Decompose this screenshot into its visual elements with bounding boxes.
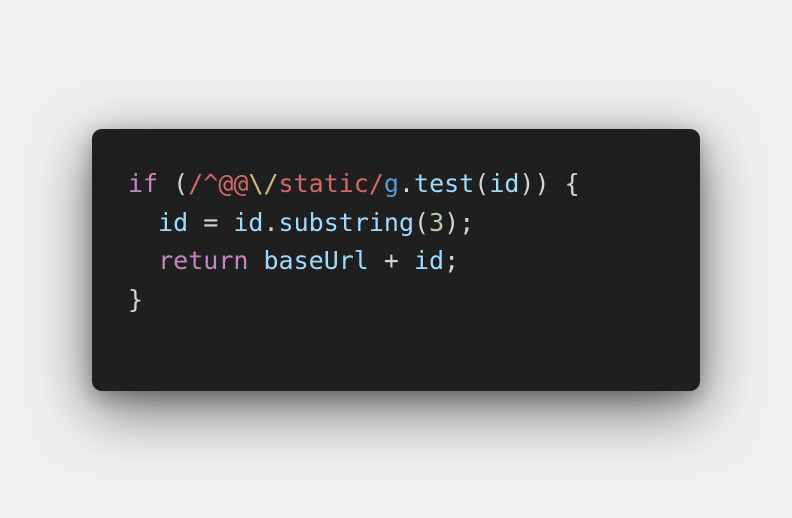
- code-token-default: (: [474, 169, 490, 198]
- code-token-default: (: [414, 207, 430, 237]
- code-token-number: 3: [429, 207, 445, 237]
- code-token-regex: static/: [278, 169, 384, 198]
- code-snippet-card: if (/^@@\/static/g.test(id)) { id = id.s…: [92, 129, 700, 391]
- code-token-default: [128, 208, 158, 237]
- code-line: id = id.substring(3);: [128, 204, 580, 243]
- code-token-variable: id: [414, 246, 445, 275]
- code-token-default: =: [188, 207, 234, 237]
- code-token-variable: id: [489, 169, 520, 198]
- code-token-default: [248, 246, 263, 275]
- code-line: return baseUrl + id;: [128, 242, 580, 281]
- code-line: }: [128, 281, 580, 320]
- code-block: if (/^@@\/static/g.test(id)) { id = id.s…: [128, 165, 580, 319]
- code-line: if (/^@@\/static/g.test(id)) {: [128, 165, 580, 204]
- code-token-default: )) {: [519, 169, 580, 198]
- code-token-variable: baseUrl: [263, 246, 369, 275]
- code-token-regex_flag: g: [383, 169, 399, 198]
- code-token-default: (: [158, 169, 189, 198]
- code-token-regex: /^@@: [188, 169, 249, 198]
- code-token-keyword: if: [128, 169, 159, 198]
- code-token-default: );: [444, 207, 475, 237]
- code-token-default: [128, 246, 158, 275]
- code-token-regex_escape: \/: [248, 169, 279, 198]
- code-token-default: ;: [444, 246, 460, 275]
- code-token-variable: test: [414, 169, 475, 198]
- code-token-variable: id: [233, 207, 264, 237]
- code-token-default: .: [263, 207, 279, 237]
- code-token-default: }: [128, 284, 144, 314]
- code-token-keyword: return: [158, 246, 249, 275]
- code-token-default: +: [368, 246, 414, 275]
- code-token-default: .: [398, 169, 415, 198]
- code-token-variable: id: [158, 207, 189, 237]
- code-token-variable: substring: [278, 207, 415, 237]
